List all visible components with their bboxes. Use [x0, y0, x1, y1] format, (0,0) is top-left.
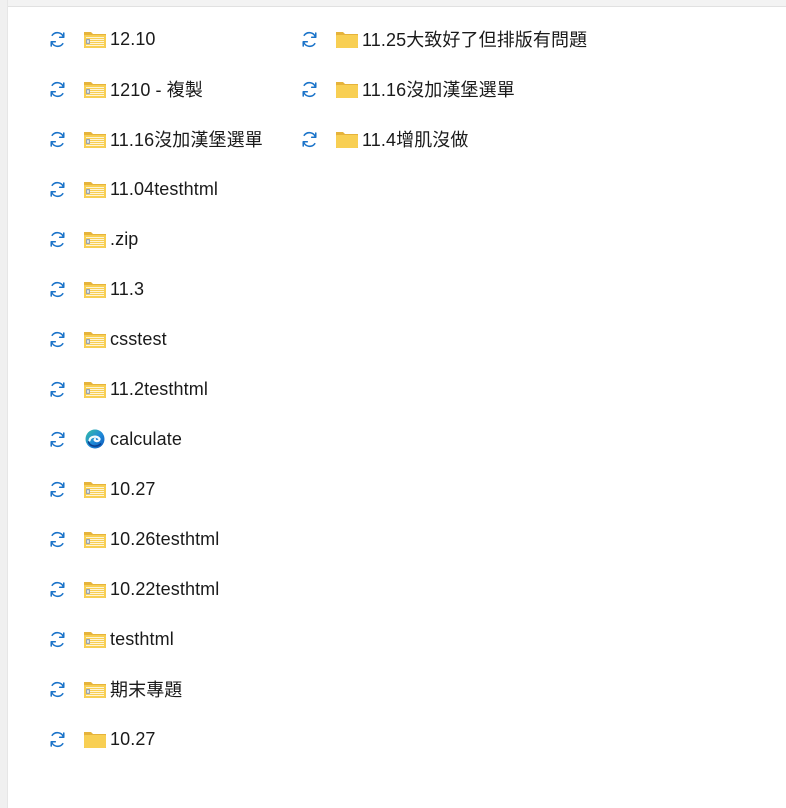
sync-status-icon [50, 731, 65, 747]
sync-status-icon [302, 131, 317, 147]
sync-status-icon [50, 581, 65, 597]
sync-status-icon [50, 181, 65, 197]
file-item[interactable]: 10.27 [48, 474, 300, 504]
file-item[interactable]: .zip [48, 224, 300, 254]
edge-browser-icon [85, 429, 105, 449]
compressed-folder-icon [84, 282, 106, 298]
folder-icon [336, 132, 358, 148]
compressed-folder-icon [84, 382, 106, 398]
sync-status-icon [50, 481, 65, 497]
sync-status-icon [50, 331, 65, 347]
file-name: 1210 - 複製 [110, 80, 203, 100]
file-name: 10.22testhtml [110, 578, 220, 599]
file-name: 12.10 [110, 28, 156, 49]
file-name: .zip [110, 228, 139, 249]
compressed-folder-icon [84, 32, 106, 48]
file-item[interactable]: 11.16沒加漢堡選單 [48, 124, 300, 154]
file-name: 11.2testhtml [110, 378, 208, 399]
window-top-border [0, 0, 786, 7]
sync-status-icon [50, 81, 65, 97]
file-list: 12.10 1210 - 複製 11.16沒加漢堡選單 11.04testhtm… [48, 24, 748, 784]
file-name: 期末專題 [110, 680, 183, 700]
file-name: 11.04testhtml [110, 178, 219, 199]
file-item[interactable]: 期末專題 [48, 674, 300, 704]
folder-icon [84, 732, 106, 748]
file-item[interactable]: calculate [48, 424, 300, 454]
file-name: 11.4增肌沒做 [362, 130, 469, 150]
file-name: 11.25大致好了但排版有問題 [362, 30, 588, 50]
navigation-pane-edge [0, 0, 8, 808]
file-name: 10.27 [110, 478, 156, 499]
sync-status-icon [50, 31, 65, 47]
compressed-folder-icon [84, 682, 106, 698]
file-item[interactable]: 1210 - 複製 [48, 74, 300, 104]
sync-status-icon [302, 31, 317, 47]
sync-status-icon [50, 531, 65, 547]
file-name: testhtml [110, 628, 174, 649]
file-item[interactable]: 10.26testhtml [48, 524, 300, 554]
sync-status-icon [50, 131, 65, 147]
compressed-folder-icon [84, 182, 106, 198]
sync-status-icon [50, 281, 65, 297]
file-name: 10.27 [110, 728, 156, 749]
compressed-folder-icon [84, 332, 106, 348]
file-item[interactable]: 11.16沒加漢堡選單 [300, 74, 700, 104]
compressed-folder-icon [84, 232, 106, 248]
compressed-folder-icon [84, 632, 106, 648]
compressed-folder-icon [84, 82, 106, 98]
file-name: 11.3 [110, 278, 145, 299]
file-name: 11.16沒加漢堡選單 [110, 130, 263, 150]
sync-status-icon [50, 231, 65, 247]
file-name: csstest [110, 328, 167, 349]
file-item[interactable]: 10.22testhtml [48, 574, 300, 604]
file-item[interactable]: 11.3 [48, 274, 300, 304]
file-item[interactable]: testhtml [48, 624, 300, 654]
file-name: 11.16沒加漢堡選單 [362, 80, 515, 100]
compressed-folder-icon [84, 582, 106, 598]
compressed-folder-icon [84, 532, 106, 548]
file-name: calculate [110, 428, 182, 449]
compressed-folder-icon [84, 482, 106, 498]
file-item[interactable]: 11.25大致好了但排版有問題 [300, 24, 700, 54]
file-item[interactable]: 11.4增肌沒做 [300, 124, 700, 154]
file-item[interactable]: csstest [48, 324, 300, 354]
sync-status-icon [50, 381, 65, 397]
sync-status-icon [302, 81, 317, 97]
file-item[interactable]: 12.10 [48, 24, 300, 54]
sync-status-icon [50, 681, 65, 697]
sync-status-icon [50, 431, 65, 447]
folder-icon [336, 82, 358, 98]
folder-icon [336, 32, 358, 48]
sync-status-icon [50, 631, 65, 647]
file-item[interactable]: 11.2testhtml [48, 374, 300, 404]
file-item[interactable]: 11.04testhtml [48, 174, 300, 204]
file-name: 10.26testhtml [110, 528, 220, 549]
file-item[interactable]: 10.27 [48, 724, 300, 754]
compressed-folder-icon [84, 132, 106, 148]
